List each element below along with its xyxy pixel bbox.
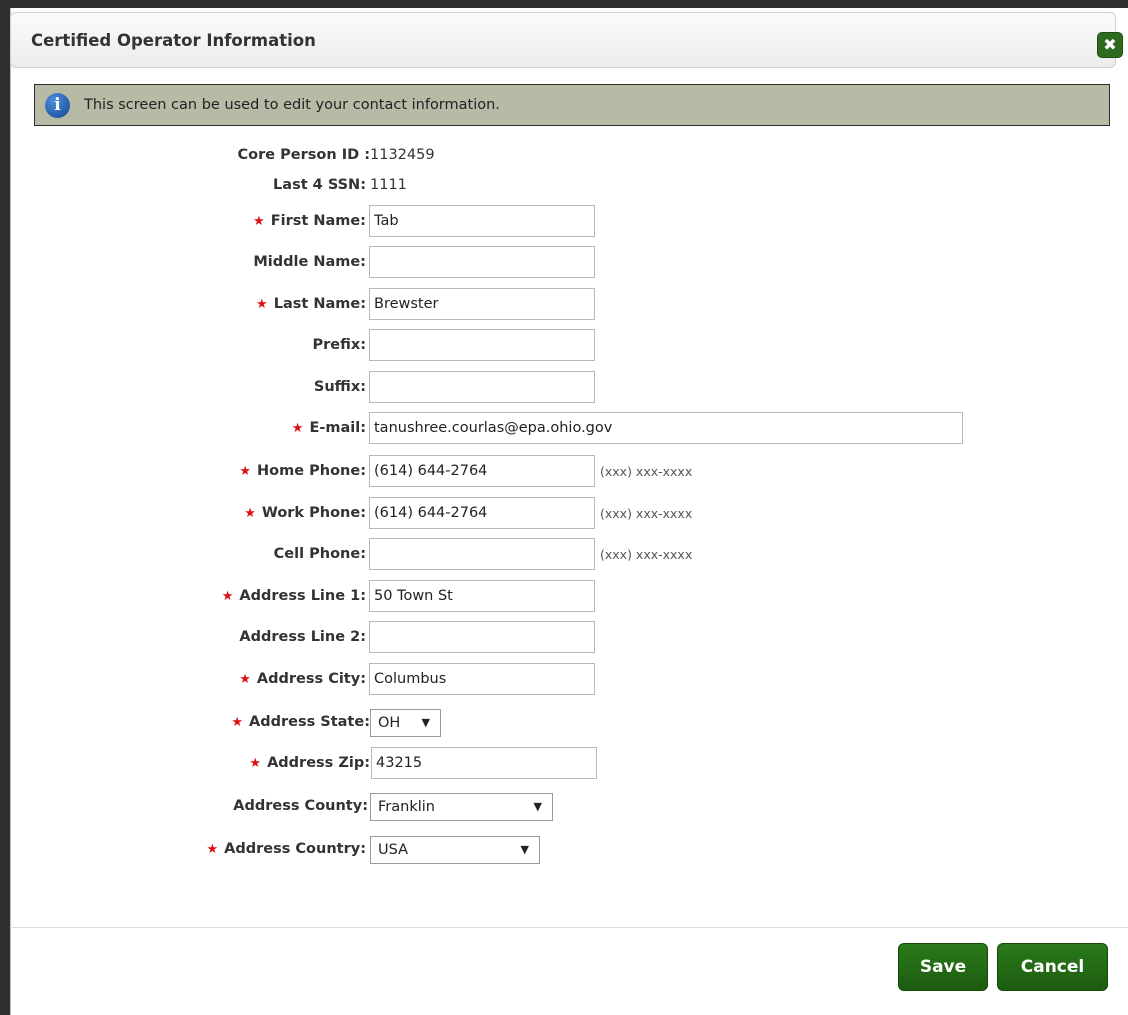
core-person-id-label: Core Person ID : bbox=[237, 147, 371, 163]
close-icon[interactable]: ✖ bbox=[1097, 32, 1123, 58]
cell-phone-input[interactable] bbox=[369, 538, 595, 570]
home-phone-input[interactable] bbox=[369, 455, 595, 487]
cell-phone-format-hint: (xxx) xxx-xxxx bbox=[600, 547, 693, 562]
core-person-id-value: 1132459 bbox=[370, 147, 435, 163]
info-text: This screen can be used to edit your con… bbox=[84, 97, 500, 113]
window-top-edge bbox=[0, 0, 1128, 8]
email-label: ★ E-mail: bbox=[291, 420, 366, 436]
dialog-title: Certified Operator Information bbox=[31, 31, 316, 50]
prefix-input[interactable] bbox=[369, 329, 595, 361]
footer-divider bbox=[10, 927, 1128, 928]
save-button[interactable]: Save bbox=[898, 943, 988, 991]
address-city-input[interactable] bbox=[369, 663, 595, 695]
first-name-input[interactable] bbox=[369, 205, 595, 237]
address-state-label: ★ Address State: bbox=[231, 714, 370, 730]
required-marker: ★ bbox=[244, 506, 256, 521]
address-state-value: OH bbox=[378, 715, 401, 731]
chevron-down-icon: ▼ bbox=[520, 843, 529, 856]
middle-name-input[interactable] bbox=[369, 246, 595, 278]
info-banner: i This screen can be used to edit your c… bbox=[34, 84, 1110, 126]
address-county-value: Franklin bbox=[378, 799, 435, 815]
required-marker: ★ bbox=[239, 464, 252, 479]
address-zip-input[interactable] bbox=[371, 747, 597, 779]
suffix-input[interactable] bbox=[369, 371, 595, 403]
middle-name-label: Middle Name: bbox=[253, 254, 366, 270]
address-line1-label: ★ Address Line 1: bbox=[221, 588, 366, 604]
address-city-label: ★ Address City: bbox=[239, 671, 366, 687]
work-phone-input[interactable] bbox=[369, 497, 595, 529]
dialog-titlebar: Certified Operator Information ✖ bbox=[10, 12, 1123, 68]
ssn-label: Last 4 SSN: bbox=[273, 177, 366, 193]
address-line1-input[interactable] bbox=[369, 580, 595, 612]
work-phone-label: ★ Work Phone: bbox=[244, 505, 366, 521]
home-phone-format-hint: (xxx) xxx-xxxx bbox=[600, 464, 693, 479]
required-marker: ★ bbox=[239, 672, 251, 687]
ssn-value: 1111 bbox=[370, 177, 407, 193]
address-line2-input[interactable] bbox=[369, 621, 595, 653]
last-name-label: ★ Last Name: bbox=[256, 296, 366, 312]
required-marker: ★ bbox=[206, 842, 219, 857]
suffix-label: Suffix: bbox=[313, 379, 366, 395]
home-phone-label: ★ Home Phone: bbox=[239, 463, 366, 479]
address-county-label: Address County: bbox=[233, 798, 368, 814]
required-marker: ★ bbox=[253, 214, 265, 229]
address-zip-label: ★ Address Zip: bbox=[249, 755, 370, 771]
required-marker: ★ bbox=[221, 589, 234, 604]
chevron-down-icon: ▼ bbox=[533, 800, 542, 813]
required-marker: ★ bbox=[231, 715, 243, 730]
cancel-button[interactable]: Cancel bbox=[997, 943, 1108, 991]
address-line2-label: Address Line 2: bbox=[239, 629, 366, 645]
work-phone-format-hint: (xxx) xxx-xxxx bbox=[600, 506, 693, 521]
email-input[interactable] bbox=[369, 412, 963, 444]
chevron-down-icon: ▼ bbox=[421, 716, 430, 729]
address-country-value: USA bbox=[378, 842, 409, 858]
required-marker: ★ bbox=[249, 756, 262, 771]
window-left-edge bbox=[0, 0, 10, 1015]
info-icon: i bbox=[45, 93, 70, 118]
cell-phone-label: Cell Phone: bbox=[273, 546, 366, 562]
last-name-input[interactable] bbox=[369, 288, 595, 320]
address-country-select[interactable]: USA ▼ bbox=[370, 836, 540, 864]
address-country-label: ★ Address Country: bbox=[206, 841, 366, 857]
address-state-select[interactable]: OH ▼ bbox=[370, 709, 441, 737]
address-county-select[interactable]: Franklin ▼ bbox=[370, 793, 553, 821]
required-marker: ★ bbox=[291, 421, 304, 436]
prefix-label: Prefix: bbox=[312, 337, 366, 353]
required-marker: ★ bbox=[256, 297, 268, 312]
first-name-label: ★ First Name: bbox=[253, 213, 366, 229]
